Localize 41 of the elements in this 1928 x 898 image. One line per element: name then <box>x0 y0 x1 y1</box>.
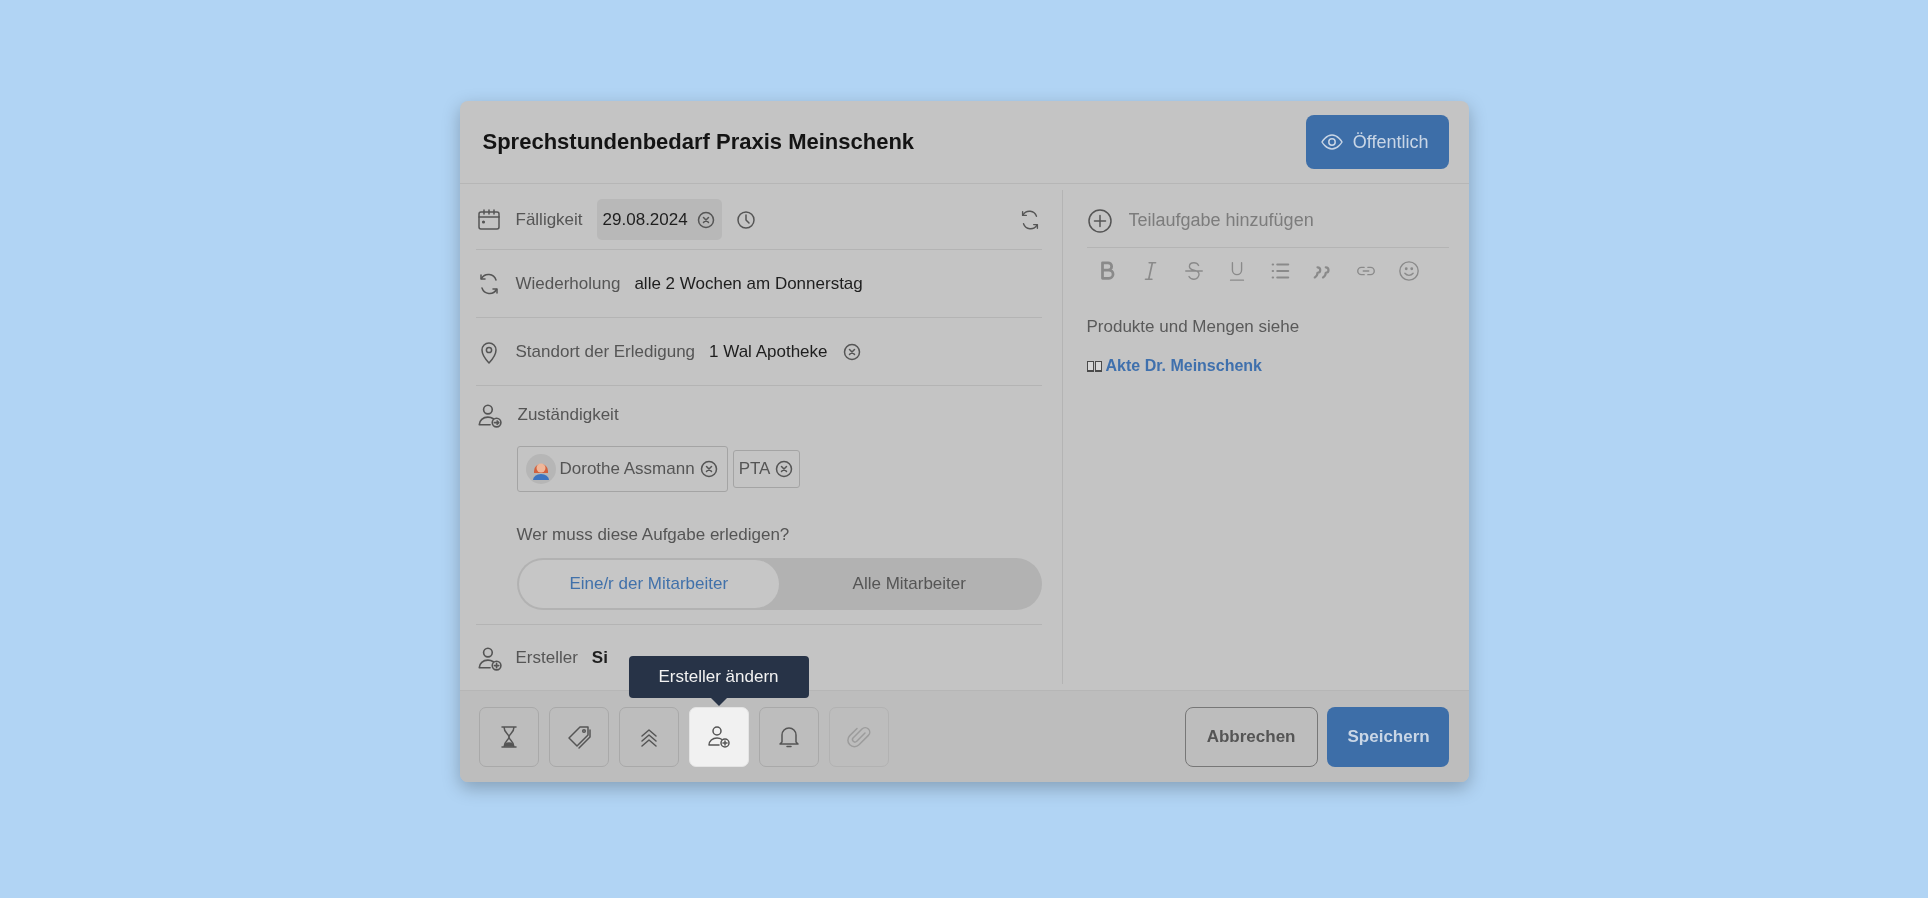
date-field[interactable]: 29.08.2024 <box>596 198 722 241</box>
clock-icon[interactable] <box>735 209 756 230</box>
field-label: Fälligkeit <box>515 208 583 231</box>
person-add-button[interactable] <box>688 706 749 767</box>
editor-text: Produkte und Mengen siehe <box>1086 316 1301 338</box>
question-text: Wer muss diese Aufgabe erledigen? <box>516 524 791 546</box>
field-value: 1 Wal Apotheke <box>709 340 828 363</box>
person-add-icon <box>705 723 732 750</box>
visibility-button[interactable]: Öffentlich <box>1305 115 1449 169</box>
file-link[interactable]: Akte Dr. Meinschenk <box>1105 353 1262 378</box>
subtask-field[interactable]: Teilaufgabe hinzufügen <box>1126 206 1427 235</box>
field-label: Standort der Erledigung <box>515 340 696 363</box>
strikethrough-icon[interactable] <box>1183 260 1205 282</box>
hourglass-button[interactable] <box>478 706 539 767</box>
cancel-button[interactable]: Abbrechen <box>1184 706 1318 767</box>
tooltip-arrow <box>710 697 727 706</box>
clear-icon[interactable] <box>841 341 862 362</box>
calendar-icon <box>475 206 502 233</box>
person-icon <box>475 402 502 428</box>
remove-icon[interactable] <box>698 459 719 479</box>
segment-option[interactable]: Alle Mitarbeiter <box>779 559 1040 608</box>
field-label: Ersteller <box>515 646 578 669</box>
field-label: Wiederholung <box>515 272 621 295</box>
field-label: Zuständigkeit <box>517 404 619 427</box>
tag-button[interactable] <box>548 706 609 767</box>
save-button[interactable]: Speichern <box>1326 706 1449 767</box>
dialog-title: Sprechstundenbedarf Praxis Meinschenk <box>482 128 915 156</box>
emoji-icon[interactable] <box>1398 260 1420 282</box>
field-value: alle 2 Wochen am Donnerstag <box>634 272 863 295</box>
clear-icon[interactable] <box>695 209 716 230</box>
avatar <box>525 454 556 484</box>
group-chip[interactable]: PTA <box>732 450 801 488</box>
remove-icon[interactable] <box>774 459 795 479</box>
tag-icon <box>565 723 592 750</box>
chevrons-up-button[interactable] <box>618 706 679 767</box>
add-icon[interactable] <box>1086 207 1113 234</box>
field-value: Si <box>591 646 608 669</box>
book-icon <box>1086 359 1102 372</box>
bell-button[interactable] <box>758 706 819 767</box>
segment-option[interactable]: Eine/r der Mitarbeiter <box>518 559 779 608</box>
assignee-chip[interactable]: Dorothe Assmann <box>516 446 728 492</box>
